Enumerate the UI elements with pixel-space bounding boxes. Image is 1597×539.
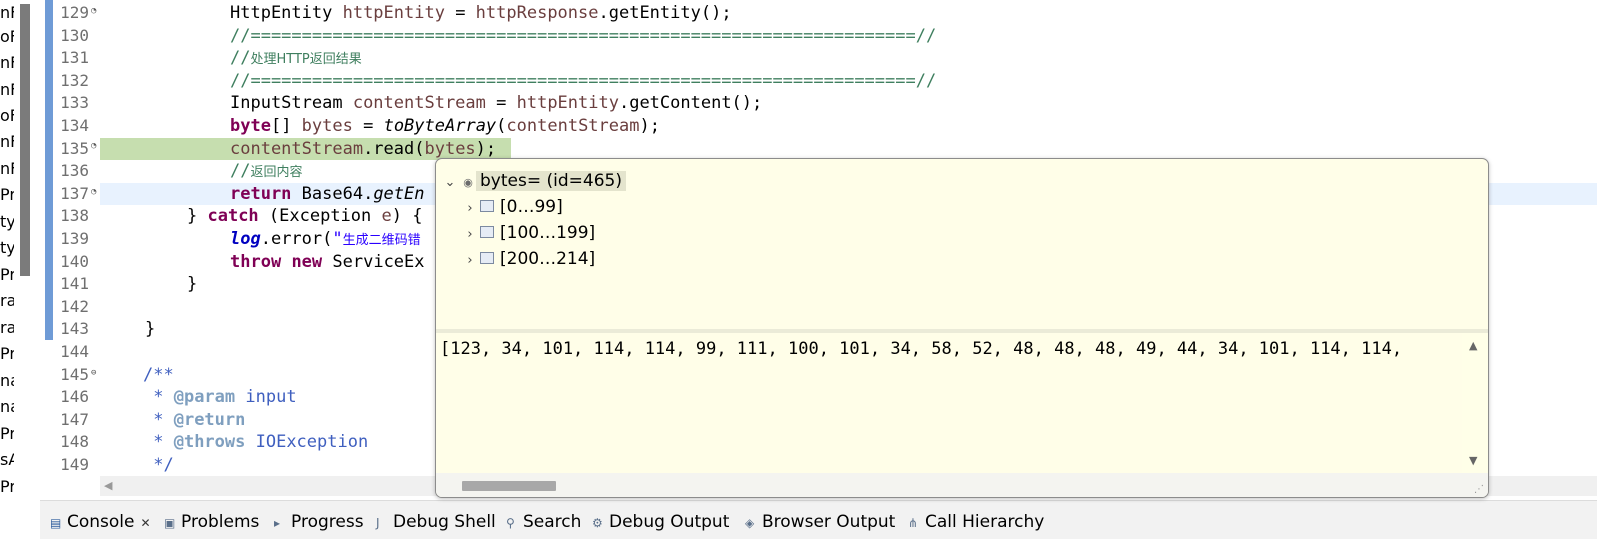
detail-vertical-scrollbar[interactable]: ▲ ▼ (1462, 333, 1488, 473)
tree-node-bytes[interactable]: ⌄ ◉ bytes= (id=465) (440, 168, 626, 194)
line-number: 135 (60, 138, 89, 158)
array-element-icon (480, 252, 494, 264)
variable-icon: ◉ (463, 176, 473, 189)
left-panel-text: Pr (0, 344, 14, 363)
left-panel-text: Pr (0, 185, 14, 204)
left-panel-text: nF (0, 80, 14, 99)
detail-horizontal-scrollbar[interactable] (436, 473, 1488, 497)
left-panel-text: oF (0, 106, 14, 125)
line-number: 149 (60, 455, 89, 474)
tab-progress[interactable]: ▸ Progress (274, 509, 364, 539)
line-number-gutter: 129 130 131 132 133 134 135 136 137 138 … (55, 0, 100, 475)
breakpoint-marker-icon[interactable]: ◔ (91, 187, 96, 197)
line-number: 138 (60, 206, 89, 226)
variable-tree: ⌄ ◉ bytes= (id=465) › [0…99] › [100…199] › [2… (436, 159, 1488, 329)
call-hierarchy-icon: ⋔ (908, 516, 919, 530)
tree-node-range[interactable]: › [200…214] (460, 246, 595, 272)
left-panel-scroll-thumb[interactable] (20, 4, 30, 276)
tab-problems[interactable]: ▣ Problems (164, 509, 259, 539)
change-marker[interactable] (45, 0, 53, 340)
line-number: 140 (60, 251, 89, 271)
variable-inspect-popup[interactable]: ⌄ ◉ bytes= (id=465) › [0…99] › [100…199] › [2… (435, 158, 1489, 498)
fold-toggle-icon[interactable]: ⊖ (91, 368, 96, 378)
array-element-icon (480, 200, 494, 212)
tab-call-hierarchy[interactable]: ⋔ Call Hierarchy (908, 509, 1044, 539)
line-number: 145 (60, 364, 89, 384)
left-panel-text: ra (0, 318, 14, 337)
chevron-right-icon[interactable]: › (460, 248, 480, 274)
line-number: 146 (60, 387, 89, 407)
scroll-up-icon[interactable]: ▲ (1469, 339, 1477, 352)
value-detail-text: [123, 34, 101, 114, 114, 99, 111, 100, 1… (440, 339, 1403, 359)
left-panel-text: nF (0, 132, 14, 151)
line-number: 144 (60, 342, 89, 361)
left-panel-text: ra (0, 291, 14, 310)
line-number: 129 (60, 3, 89, 22)
browser-output-icon: ◈ (745, 516, 755, 530)
current-debug-line: contentStream.read(bytes); (100, 137, 511, 161)
value-detail-pane[interactable]: [123, 34, 101, 114, 114, 99, 111, 100, 1… (436, 333, 1462, 473)
tree-node-range[interactable]: › [0…99] (460, 194, 562, 222)
debug-shell-icon: J (376, 516, 380, 530)
left-panel-text: oF (0, 27, 14, 46)
line-number: 143 (60, 319, 89, 339)
line-number: 136 (60, 161, 89, 181)
problems-icon: ▣ (164, 516, 176, 530)
debug-output-icon: ⚙ (592, 516, 603, 530)
breakpoint-marker-icon[interactable]: ◔ (91, 141, 96, 151)
code-line: byte[] bytes = toByteArray(contentStream… (230, 116, 660, 136)
line-number: 130 (60, 25, 89, 45)
left-panel-text: sA (0, 450, 14, 469)
search-icon: ⚲ (506, 516, 515, 530)
line-number: 137 (60, 183, 89, 203)
left-panel-text: ty (0, 238, 14, 257)
code-line: //======================================… (230, 25, 937, 46)
line-number: 131 (60, 48, 89, 68)
left-panel-text: Pr (0, 265, 14, 284)
quick-diff-ruler (43, 0, 55, 475)
left-panel-text: Pr (0, 477, 14, 496)
close-icon[interactable]: ✕ (141, 516, 151, 530)
left-panel-fragment: nF oF nF nF oF nF nF Pr ty ty Pr ra ra P… (0, 0, 34, 500)
scroll-down-icon[interactable]: ▼ (1469, 454, 1477, 467)
chevron-right-icon[interactable]: › (460, 196, 480, 222)
scroll-left-icon[interactable]: ◀ (104, 479, 112, 492)
bottom-view-tabs: ▤ Console ✕ ▣ Problems ▸ Progress J Debug She… (40, 500, 1597, 539)
line-number: 147 (60, 409, 89, 429)
chevron-right-icon[interactable]: › (460, 222, 480, 248)
tab-debug-output[interactable]: ⚙ Debug Output (592, 509, 729, 539)
chevron-down-icon[interactable]: ⌄ (440, 170, 460, 196)
code-line: //处理HTTP返回结果 (230, 48, 362, 69)
line-number: 139 (60, 229, 89, 248)
line-number: 132 (60, 70, 89, 90)
resize-grip-icon[interactable]: ⋰ (1474, 484, 1484, 495)
array-element-icon (480, 226, 494, 238)
tab-search[interactable]: ⚲ Search (506, 509, 581, 539)
left-panel-text: nF (0, 3, 14, 22)
code-line: HttpEntity httpEntity = httpResponse.get… (230, 3, 732, 23)
scroll-thumb[interactable] (462, 481, 556, 491)
console-icon: ▤ (50, 516, 62, 530)
breakpoint-marker-icon[interactable]: ◔ (91, 6, 96, 16)
line-number: 148 (60, 432, 89, 452)
left-panel-text: nF (0, 159, 14, 178)
tree-node-range[interactable]: › [100…199] (460, 220, 595, 246)
tab-browser-output[interactable]: ◈ Browser Output (745, 509, 895, 539)
line-number: 133 (60, 93, 89, 113)
tab-debug-shell[interactable]: J Debug Shell (376, 509, 496, 539)
left-panel-text: na (0, 371, 14, 390)
line-number: 141 (60, 274, 89, 294)
code-line: InputStream contentStream = httpEntity.g… (230, 93, 763, 114)
progress-icon: ▸ (274, 516, 281, 530)
tab-console[interactable]: ▤ Console ✕ (50, 509, 151, 539)
code-line: //======================================… (230, 70, 937, 91)
line-number: 142 (60, 296, 89, 316)
left-panel-text: Pr (0, 424, 14, 443)
line-number: 134 (60, 116, 89, 135)
left-panel-text: nF (0, 53, 14, 72)
left-panel-text: na (0, 397, 14, 416)
left-panel-text: ty (0, 212, 14, 231)
